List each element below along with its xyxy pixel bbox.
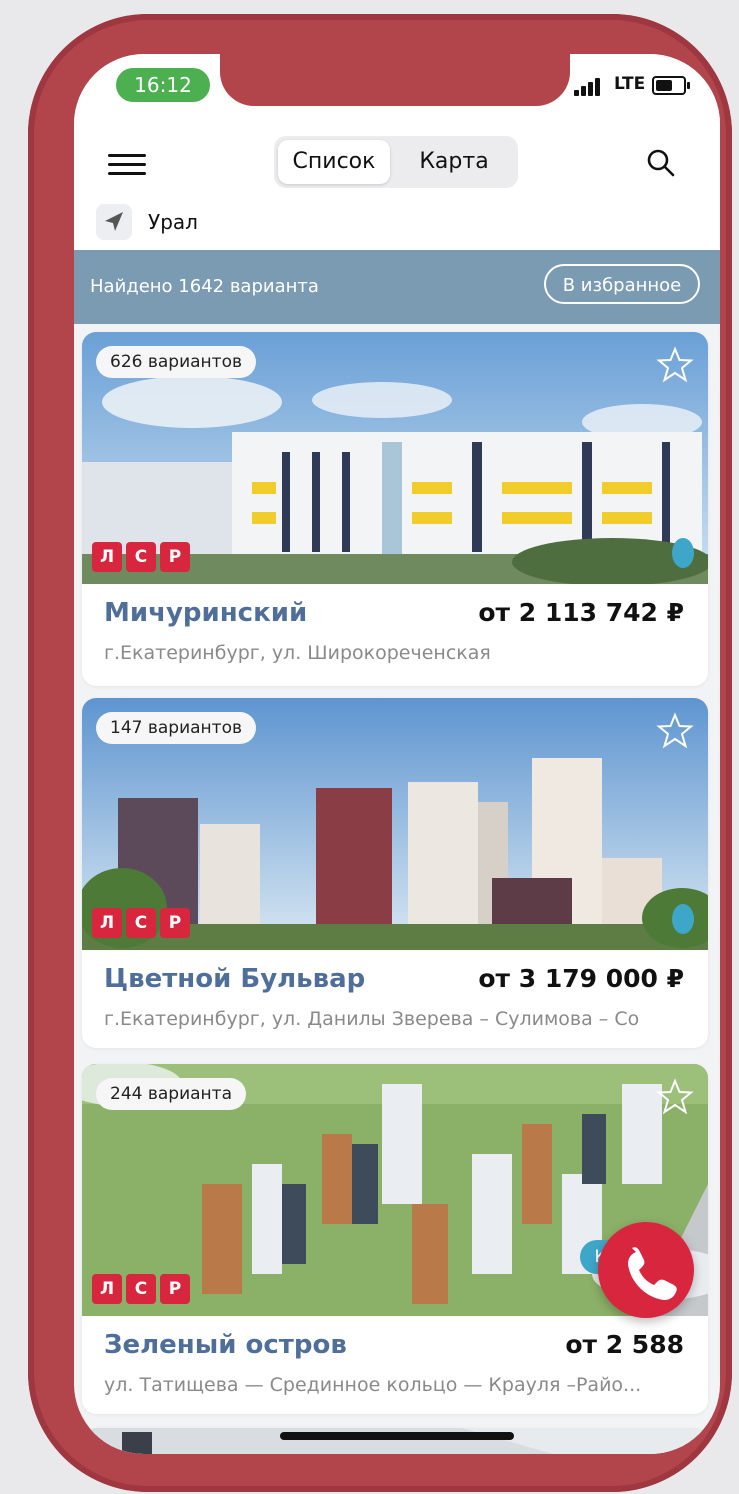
add-to-favorites-button[interactable]: В избранное [544, 264, 700, 304]
listing-title: Зеленый остров [104, 1330, 347, 1360]
marker-dot [672, 538, 694, 568]
location-arrow-icon [105, 212, 123, 231]
status-time: 16:12 [116, 68, 210, 102]
listing-address: г.Екатеринбург, ул. Широкореченская [104, 642, 491, 664]
listing-image: 147 вариантов ЛСР [82, 698, 708, 950]
region-label[interactable]: Урал [148, 210, 198, 234]
menu-icon[interactable] [108, 154, 148, 178]
listing-address: ул. Татищева — Срединное кольцо — Крауля… [104, 1374, 642, 1396]
screen: 16:12 LTE Список Карта Урал Найдено 1642… [74, 54, 720, 1454]
favorite-star-icon[interactable] [656, 346, 694, 384]
listing-address: г.Екатеринбург, ул. Данилы Зверева – Сул… [104, 1008, 640, 1030]
search-icon[interactable] [646, 148, 676, 178]
brand-logo: ЛСР [92, 542, 190, 572]
notch [220, 54, 570, 106]
signal-icon [574, 76, 614, 96]
header: Список Карта Урал [74, 134, 720, 250]
variants-badge: 626 вариантов [96, 346, 256, 378]
listing-card[interactable]: 147 вариантов ЛСР Цветной Бульвар от 3 1… [82, 698, 708, 1048]
results-count: Найдено 1642 варианта [90, 276, 319, 297]
listing-title: Цветной Бульвар [104, 964, 366, 994]
network-label: LTE [614, 74, 646, 94]
brand-logo: ЛСР [92, 908, 190, 938]
listing-price: от 3 179 000 ₽ [478, 964, 684, 993]
marker-dot [672, 904, 694, 934]
listing-image: 626 вариантов ЛСР [82, 332, 708, 584]
tab-map[interactable]: Карта [394, 140, 514, 184]
tab-list[interactable]: Список [278, 140, 390, 184]
location-button[interactable] [96, 204, 132, 240]
favorite-star-icon[interactable] [656, 712, 694, 750]
brand-logo: ЛСР [92, 1274, 190, 1304]
listing-price: от 2 588 [565, 1330, 684, 1359]
favorite-star-icon[interactable] [656, 1078, 694, 1116]
battery-icon [652, 76, 690, 95]
phone-icon [628, 1247, 677, 1300]
view-switcher: Список Карта [274, 136, 518, 188]
listing-title: Мичуринский [104, 598, 308, 628]
status-bar: 16:12 LTE [74, 54, 720, 134]
call-button[interactable] [598, 1222, 694, 1318]
variants-badge: 147 вариантов [96, 712, 256, 744]
listing-price: от 2 113 742 ₽ [478, 598, 684, 627]
results-bar: Найдено 1642 варианта В избранное [74, 250, 720, 324]
variants-badge: 244 варианта [96, 1078, 246, 1110]
home-indicator[interactable] [280, 1432, 514, 1440]
listing-card[interactable]: 626 вариантов ЛСР Мичуринский от 2 113 7… [82, 332, 708, 686]
